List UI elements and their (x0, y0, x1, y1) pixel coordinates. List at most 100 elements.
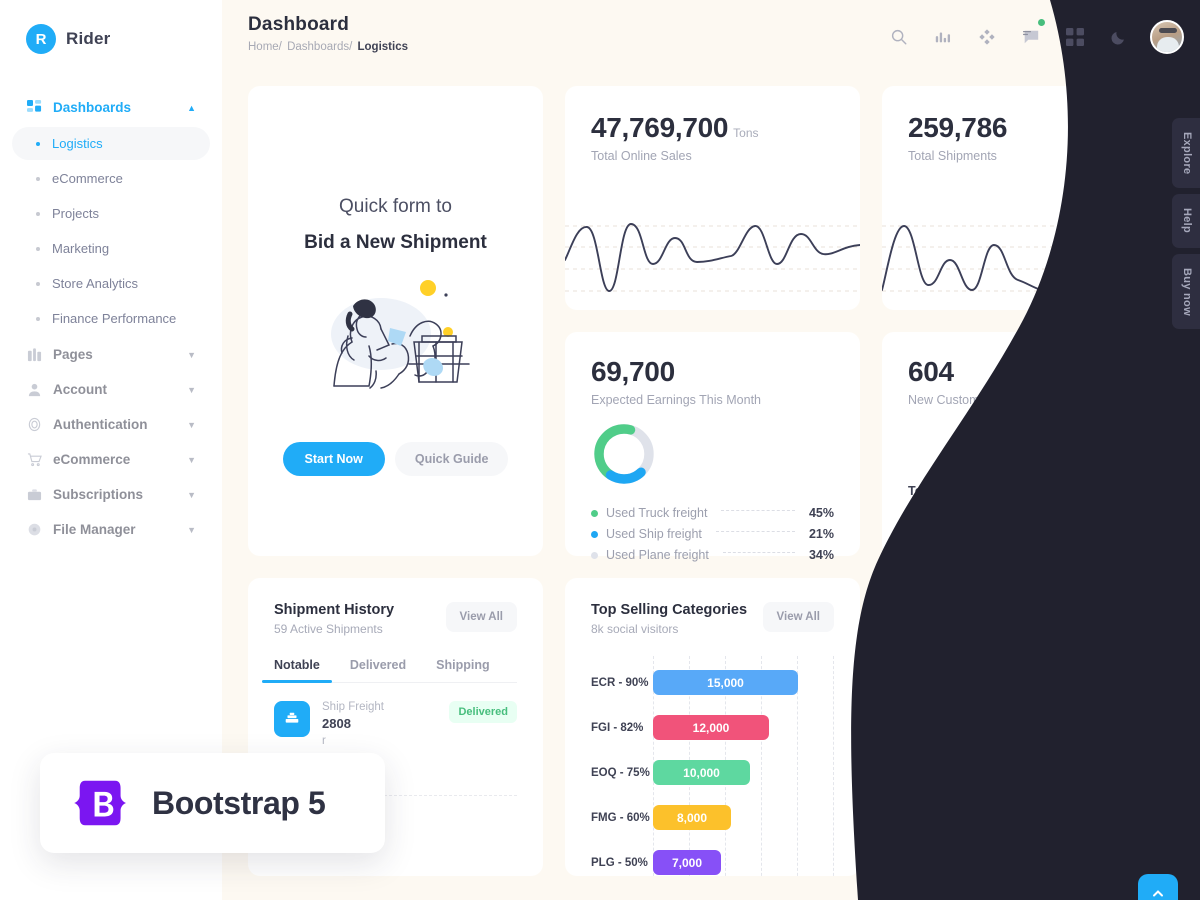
view-all-button[interactable]: View All (762, 602, 834, 632)
change-value: 0.4% (1113, 706, 1140, 718)
brand-logo[interactable]: R Rider (0, 0, 222, 54)
country-name: France (943, 812, 984, 826)
legend-filler (722, 551, 795, 553)
side-tab-explore[interactable]: Explore (1172, 118, 1200, 189)
bullet-icon (36, 141, 40, 146)
country-value: 1,680 (1053, 761, 1086, 777)
card-subtitle: 8k social visitors (591, 622, 679, 636)
bar-row: FMG - 60% 8,000 (591, 795, 834, 840)
moon-icon[interactable] (1106, 24, 1132, 50)
sidebar-item-ecommerce-dash[interactable]: eCommerce (12, 162, 210, 195)
sidebar-sub-label: Projects (52, 206, 99, 221)
bullet-icon (36, 246, 40, 251)
table-row[interactable]: United States Direct link clicks 9,763 ↑… (908, 636, 1151, 687)
bar-value: 8,000 (653, 805, 731, 830)
breadcrumb-dashboards[interactable]: Dashboards/ (287, 41, 352, 53)
bar-category-label: FGI - 82% (591, 721, 644, 734)
top-selling-categories-card: Top Selling Categories 8k social visitor… (565, 578, 860, 876)
sidebar-item-projects[interactable]: Projects (12, 197, 210, 230)
sidebar-item-ecommerce[interactable]: eCommerce ▼ (12, 442, 210, 477)
online-sales-sparkline (565, 223, 860, 292)
status-badge: ↑2.6% (1097, 651, 1151, 671)
sidebar-item-label: Pages (53, 347, 93, 362)
sidebar-item-dashboards[interactable]: Dashboards ▲ (12, 90, 210, 125)
brand-name: Rider (66, 29, 111, 48)
avatar-more[interactable]: +42 (1040, 508, 1070, 538)
stat-label: Total Online Sales (591, 149, 692, 163)
bootstrap-logo (74, 780, 127, 826)
status-badge: ↓0.4% (1097, 702, 1151, 722)
stat-value: 259,786 (908, 112, 1008, 143)
notification-dot (1038, 19, 1045, 26)
sidebar-sub-label: Logistics (52, 136, 103, 151)
sidebar-item-logistics[interactable]: Logistics (12, 127, 210, 160)
country-source: All Social Channels (943, 714, 1043, 726)
heroes-label: Today’s Heroes (908, 484, 1000, 498)
chevron-up-icon: ▲ (187, 102, 196, 113)
bar-category-label: FMG - 60% (591, 811, 650, 824)
country-value: 849 (1064, 818, 1086, 834)
bootstrap-badge-label: Bootstrap 5 (152, 784, 326, 821)
side-tab-buy-now[interactable]: Buy now (1172, 253, 1200, 330)
shipments-sparkline (882, 225, 1177, 292)
user-avatar[interactable] (1150, 20, 1184, 54)
stat-value: 47,769,700 (591, 112, 729, 143)
table-row[interactable]: India Many Sources 604 ↓8.3% (908, 852, 1151, 876)
shipment-type: Ship Freight (322, 701, 385, 713)
customers-label: New Customers This Month (908, 393, 1062, 407)
breadcrumb-home[interactable]: Home/ (248, 41, 282, 53)
customers-value: 604 (908, 356, 954, 387)
card-header: Top Selling Categories 8k social visitor… (591, 602, 834, 636)
pages-icon (26, 346, 43, 363)
quick-form-line2: Bid a New Shipment (304, 232, 487, 253)
quick-guide-button[interactable]: Quick Guide (394, 442, 509, 476)
stat-value-row: 259,786 (908, 112, 1151, 144)
search-icon[interactable] (886, 24, 912, 50)
country-name: India (943, 863, 973, 876)
table-row[interactable]: Turkey Mailchimp Campaigns 1,680 ↑0.2% (908, 738, 1151, 801)
card-subtitle: 20 countries share 97% visits (908, 622, 1065, 636)
chart-bars-icon[interactable] (930, 24, 956, 50)
legend-row: Used Truck freight 45% (591, 506, 834, 520)
tab-shipping[interactable]: Shipping (436, 658, 489, 682)
tab-delivered[interactable]: Delivered (350, 658, 406, 682)
sidebar-item-marketing[interactable]: Marketing (12, 232, 210, 265)
header-actions (886, 19, 1184, 54)
status-badge: ↑0.2% (1097, 759, 1151, 779)
tab-notable[interactable]: Notable (262, 658, 332, 683)
chevron-down-icon: ▼ (187, 454, 196, 465)
sidebar-item-label: File Manager (53, 522, 136, 537)
sidebar-item-finance-performance[interactable]: Finance Performance (12, 302, 210, 335)
shipment-origin: r (322, 735, 326, 747)
sidebar-item-authentication[interactable]: Authentication ▼ (12, 407, 210, 442)
start-now-button[interactable]: Start Now (282, 442, 385, 476)
side-tab-help[interactable]: Help (1172, 194, 1200, 248)
table-row[interactable]: France Impact Radius visits 849 ↑4.1% (908, 801, 1151, 852)
apps-grid-icon[interactable] (1062, 24, 1088, 50)
sidebar-sub-label: Finance Performance (52, 311, 177, 326)
sidebar-item-subscriptions[interactable]: Subscriptions ▼ (12, 477, 210, 512)
earnings-value: 69,700 (591, 356, 675, 387)
table-row[interactable]: Brasil All Social Channels 4,062 ↓0.4% (908, 687, 1151, 738)
country-source: Mailchimp Campaigns (943, 765, 1002, 789)
scroll-to-top-button[interactable] (1138, 874, 1178, 900)
bar-category-label: PLG - 50% (591, 856, 648, 869)
legend-label: Used Truck freight (606, 506, 708, 520)
earnings-label: Expected Earnings This Month (591, 393, 762, 407)
bullet-icon (36, 176, 40, 181)
chat-icon[interactable] (1018, 19, 1045, 50)
sidebar-item-file-manager[interactable]: File Manager ▼ (12, 512, 210, 547)
view-all-button[interactable]: View All (445, 602, 517, 632)
legend-dot-ship (591, 530, 598, 538)
sidebar-item-account[interactable]: Account ▼ (12, 372, 210, 407)
legend-row: Used Plane freight 34% (591, 548, 834, 562)
sidebar-item-pages[interactable]: Pages ▼ (12, 337, 210, 372)
card-subtitle: 59 Active Shipments (274, 622, 383, 636)
layers-icon[interactable] (974, 24, 1000, 50)
country-value: 604 (1064, 870, 1086, 877)
sidebar-sub-label: Store Analytics (52, 276, 138, 291)
legend-label: Used Ship freight (606, 527, 702, 541)
view-all-button[interactable]: View All (1079, 602, 1151, 632)
sidebar-item-store-analytics[interactable]: Store Analytics (12, 267, 210, 300)
country-value: 4,062 (1053, 704, 1086, 720)
